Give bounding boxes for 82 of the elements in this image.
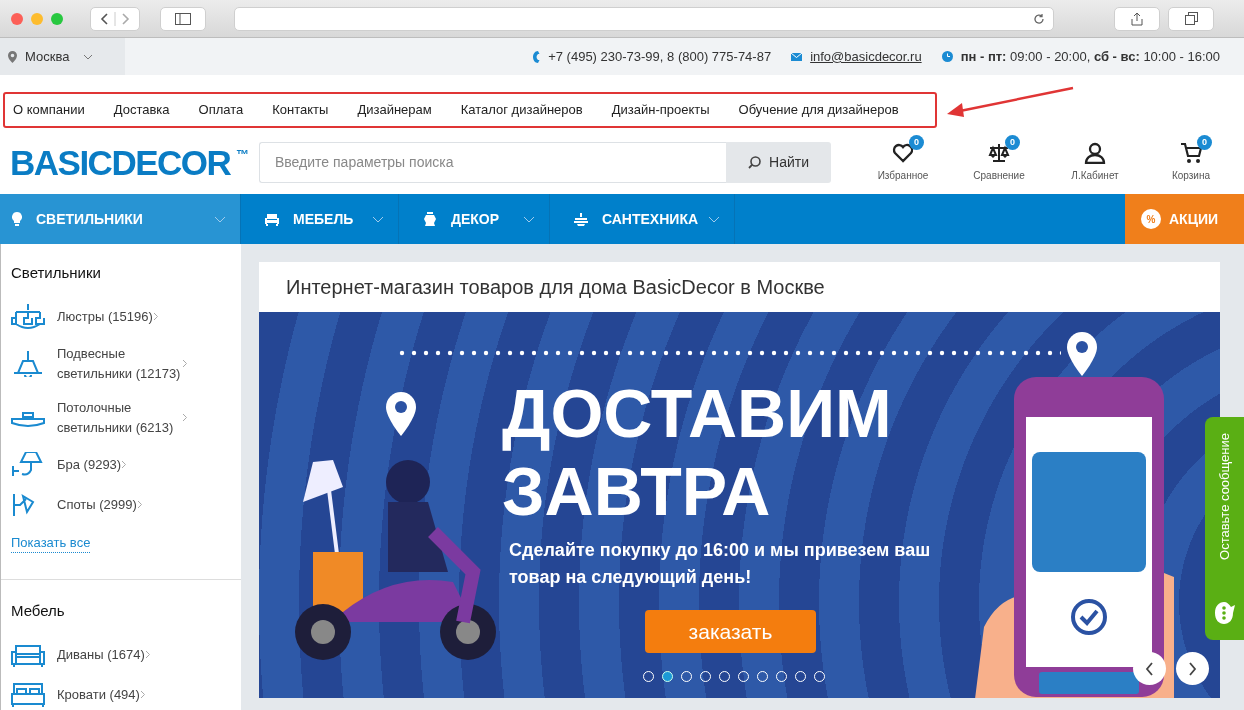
user-icon	[1084, 142, 1106, 164]
top-menu-link[interactable]: Оплата	[198, 99, 244, 120]
pendant-lamp-icon	[11, 350, 45, 377]
chevron-down-icon	[523, 215, 535, 223]
city-selector[interactable]: Москва	[0, 38, 125, 75]
show-all-link[interactable]: Показать все	[11, 532, 91, 553]
banner-headline: ДОСТАВИМ	[502, 374, 892, 452]
tabs-button[interactable]	[1168, 6, 1214, 31]
chevron-right-icon	[121, 460, 128, 469]
top-menu-link[interactable]: О компании	[13, 99, 85, 120]
chevron-right-icon	[144, 650, 151, 659]
envelope-icon	[791, 52, 803, 61]
phone-icon	[533, 50, 541, 63]
chevron-left-icon	[1145, 661, 1154, 676]
next-slide-button[interactable]	[1176, 652, 1209, 685]
sidebar-category-link[interactable]: Диваны (1674)	[11, 634, 231, 675]
chevron-down-icon	[83, 53, 94, 60]
bed-icon	[11, 681, 45, 708]
search-button[interactable]: Найти	[726, 142, 831, 183]
chevron-down-icon	[372, 215, 384, 223]
wall-lamp-icon	[11, 451, 45, 478]
top-menu-link[interactable]: Дизайнерам	[357, 99, 432, 120]
sidebar-category-link[interactable]: Потолочные светильники (6213)	[11, 390, 231, 445]
top-menu-link[interactable]: Доставка	[113, 99, 170, 120]
chevron-right-icon	[152, 312, 159, 321]
bulb-icon	[12, 212, 22, 226]
counter-badge: 0	[909, 135, 924, 150]
percent-badge: %	[1141, 209, 1161, 229]
counter-badge: 0	[1005, 135, 1020, 150]
chevron-down-icon	[214, 215, 226, 223]
sidebar-category-link[interactable]: Кровати (494)	[11, 674, 231, 710]
sidebar-icon	[175, 12, 191, 25]
phone-numbers: +7 (495) 230-73-99, 8 (800) 775-74-87	[548, 47, 772, 66]
heart-icon	[892, 142, 914, 164]
faucet-icon	[574, 212, 588, 226]
map-pin-icon	[386, 392, 416, 436]
search-icon	[748, 156, 761, 169]
header-action-label[interactable]: Корзина	[1171, 168, 1211, 183]
sidebar-category-link[interactable]: Споты (2999)	[11, 484, 231, 525]
cart-icon	[1180, 142, 1202, 164]
chat-bubble-icon	[1213, 601, 1236, 625]
chevron-right-icon	[1188, 661, 1197, 676]
chandelier-icon	[11, 303, 45, 330]
top-menu-link[interactable]: Каталог дизайнеров	[460, 99, 583, 120]
search-field[interactable]: Введите параметры поиска	[259, 142, 726, 183]
banner-text: Сделайте покупку до 16:00 и мы привезем ваш товар на следующий день!	[509, 539, 932, 589]
email-link[interactable]: info@basicdecor.ru	[810, 46, 922, 67]
location-pin-icon	[8, 50, 17, 63]
header-action-label[interactable]: Сравнение	[973, 168, 1025, 183]
back-forward-buttons[interactable]	[90, 6, 140, 31]
armchair-icon	[265, 212, 279, 226]
trademark-sign: ™	[236, 146, 250, 164]
city-name: Москва	[25, 47, 70, 66]
sidebar-category-link[interactable]: Бра (9293)	[11, 444, 231, 485]
chevron-right-icon	[136, 500, 143, 509]
chevron-right-icon	[139, 690, 146, 699]
scales-icon	[988, 142, 1010, 164]
vase-icon	[423, 212, 437, 226]
header-action-label[interactable]: Л.Кабинет	[1071, 168, 1119, 183]
banner-headline: ЗАВТРА	[502, 452, 772, 530]
sidebar-heading: Мебель	[11, 601, 66, 621]
chevron-down-icon	[708, 215, 720, 223]
page-title: Интернет-магазин товаров для дома BasicDecor в Москве	[259, 262, 1220, 312]
chevron-right-icon	[182, 359, 188, 368]
map-pin-icon	[1067, 332, 1097, 376]
top-menu-link[interactable]: Контакты	[272, 99, 329, 120]
tabs-icon	[1184, 12, 1198, 25]
site-logo[interactable]: BASICDECOR	[10, 145, 231, 180]
top-menu-link[interactable]: Обучение для дизайнеров	[738, 99, 899, 120]
chevron-right-icon	[182, 413, 188, 422]
sidebar-button[interactable]	[160, 6, 206, 31]
sidebar-category-link[interactable]: Люстры (15196)	[11, 296, 231, 337]
opening-hours: пн - пт: 09:00 - 20:00, сб - вс: 10:00 - 16:00	[960, 47, 1220, 66]
clock-icon	[941, 51, 953, 62]
reload-icon	[1033, 12, 1045, 25]
sidebar-heading: Светильники	[11, 263, 102, 283]
sidebar-category-link[interactable]: Подвесные светильники (12173)	[11, 336, 231, 391]
counter-badge: 0	[1197, 135, 1212, 150]
carousel-dot[interactable]	[662, 671, 673, 682]
top-menu-link[interactable]: Дизайн-проекты	[611, 99, 710, 120]
share-icon	[1131, 11, 1143, 26]
header-action-label[interactable]: Избранное	[877, 168, 929, 183]
